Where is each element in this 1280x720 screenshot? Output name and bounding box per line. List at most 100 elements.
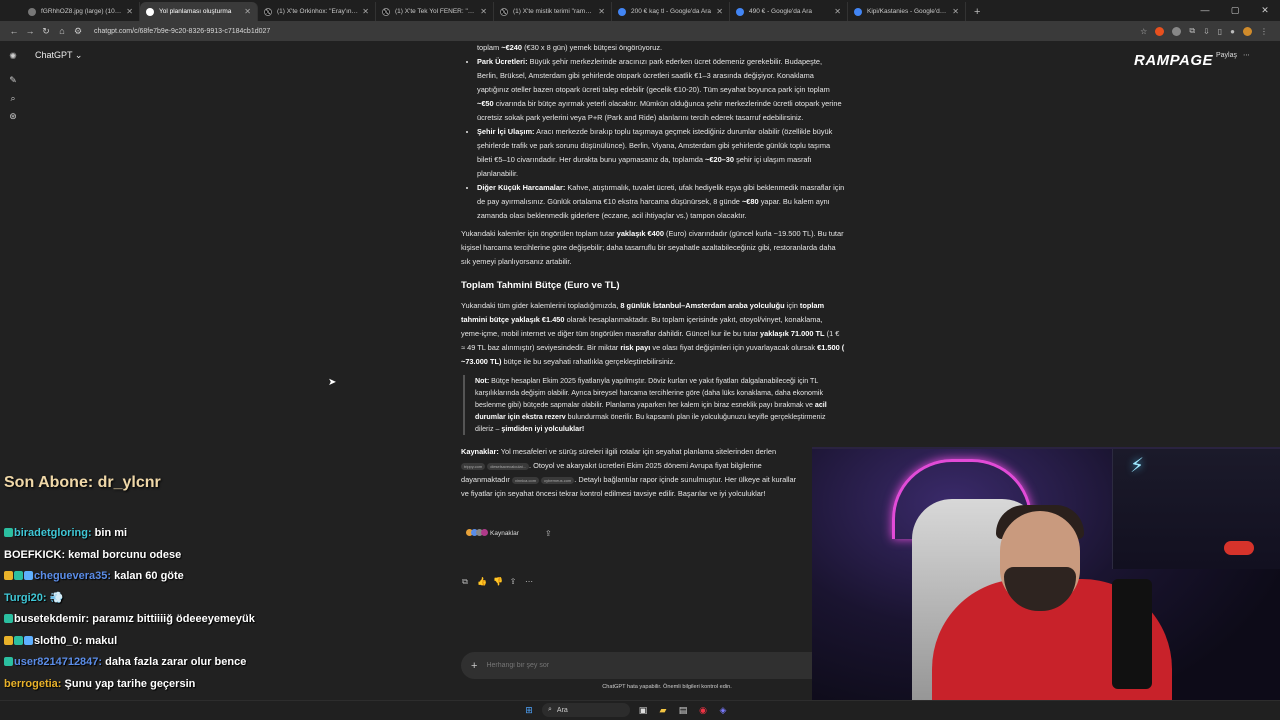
minimize-icon[interactable]: —: [1190, 0, 1220, 21]
chat-message: Turgi20: 💨: [4, 588, 334, 610]
search-icon: ⌕: [548, 706, 552, 713]
search-icon[interactable]: ⌕: [0, 89, 26, 107]
chat-message: BOEFKICK: kemal borcunu odese: [4, 545, 334, 567]
chat-message: biradetgloring: bin mi: [4, 523, 334, 545]
browser-tab[interactable]: 𝕏 (1) X'te Tek Yol FENER: "Cengiz✕: [376, 2, 494, 21]
maximize-icon[interactable]: ▢: [1220, 0, 1250, 21]
close-window-icon[interactable]: ✕: [1250, 0, 1280, 21]
share-icon[interactable]: ⇪: [545, 529, 552, 538]
browser-tab[interactable]: 𝕏 (1) X'te Orkinhox: "Eray'ın atıştığı✕: [258, 2, 376, 21]
bold-text: risk payı: [620, 343, 651, 352]
chat-badge-icon: [14, 635, 23, 645]
chevron-down-icon: ⌄: [74, 50, 83, 60]
browser-tab-strip: fGRhhOZ8.jpg (large) (1080×1350) ✕ Yol pl…: [0, 0, 1280, 21]
more-options-icon[interactable]: ⋯: [1243, 51, 1250, 59]
chrome-icon[interactable]: ◉: [696, 703, 710, 717]
plus-icon[interactable]: +: [471, 660, 477, 672]
microphone: [1112, 579, 1152, 689]
chat-text: makul: [82, 634, 118, 647]
new-chat-icon[interactable]: ✎: [0, 71, 26, 89]
google-favicon-icon: [618, 7, 626, 16]
extension-icon[interactable]: [1155, 26, 1165, 36]
source-chip[interactable]: dieselsavecalculat...: [487, 462, 530, 470]
extension-icon[interactable]: [1172, 26, 1182, 36]
browser-tab[interactable]: fGRhhOZ8.jpg (large) (1080×1350) ✕: [22, 2, 140, 21]
close-icon[interactable]: ✕: [126, 7, 133, 16]
discord-icon[interactable]: ◈: [716, 703, 730, 717]
text: için: [784, 301, 800, 310]
sources-button[interactable]: Kaynaklar: [466, 529, 519, 538]
close-icon[interactable]: ✕: [834, 7, 841, 16]
url-field[interactable]: chatgpt.com/c/68fe7b9e-9c20-8326-9913-c7…: [94, 28, 1140, 35]
extensions-puzzle-icon[interactable]: ⧉: [1189, 26, 1195, 36]
taskbar-search[interactable]: ⌕ Ara: [542, 703, 630, 717]
text: Yukarıdaki tüm gider kalemlerini topladı…: [461, 301, 621, 310]
task-view-icon[interactable]: ▣: [636, 703, 650, 717]
copy-icon[interactable]: ⧉: [461, 577, 469, 587]
paragraph: Kaynaklar: Yol mesafeleri ve sürüş sürel…: [461, 445, 797, 501]
sources-label: Kaynaklar: [490, 530, 519, 537]
source-chip[interactable]: cyberneus.com: [541, 476, 575, 484]
bookmark-star-icon[interactable]: ☆: [1140, 27, 1147, 36]
chat-badge-icon: [4, 657, 13, 666]
thumbs-up-icon[interactable]: 👍: [477, 577, 487, 587]
close-icon[interactable]: ✕: [362, 7, 369, 16]
close-icon[interactable]: ✕: [952, 7, 959, 16]
chat-text: daha fazla zarar olur bence: [102, 656, 247, 668]
close-icon[interactable]: ✕: [598, 7, 605, 16]
library-icon[interactable]: ⊛: [0, 107, 26, 125]
site-info-icon[interactable]: ⚙: [70, 26, 86, 37]
windows-start-icon[interactable]: ⊞: [522, 703, 536, 717]
more-icon[interactable]: ⋯: [525, 577, 533, 587]
screen: fGRhhOZ8.jpg (large) (1080×1350) ✕ Yol pl…: [0, 0, 1280, 720]
browser-tab[interactable]: 𝕏 (1) X'te mistik terimi "rammadır ✕: [494, 2, 612, 21]
paragraph: Yukarıdaki tüm gider kalemlerini topladı…: [461, 299, 845, 369]
section-heading: Toplam Tahmini Bütçe (Euro ve TL): [461, 280, 620, 291]
last-subscriber-banner: Son Abone: dr_ylcnr: [4, 474, 161, 491]
close-icon[interactable]: ✕: [716, 7, 723, 16]
forward-arrow-icon[interactable]: →: [22, 26, 38, 36]
profile-icon[interactable]: ●: [1230, 27, 1235, 36]
source-chip[interactable]: vinnica.com: [511, 476, 540, 484]
tab-label: fGRhhOZ8.jpg (large) (1080×1350): [41, 8, 122, 15]
chat-badge-icon: [14, 571, 23, 580]
chat-username: Turgi20:: [4, 591, 47, 604]
bold-text: Kaynaklar:: [461, 447, 499, 456]
bold-text: yaklaşık €400: [616, 229, 664, 238]
thumbs-down-icon[interactable]: 👎: [493, 577, 503, 587]
chat-text: bin mi: [91, 527, 128, 539]
chat-badge-icon: [24, 635, 33, 645]
avatar[interactable]: [1243, 26, 1252, 36]
text: civarında bir bütçe ayırmak yeterli olac…: [477, 99, 842, 122]
share-icon[interactable]: ⇪: [509, 577, 517, 587]
browser-tab[interactable]: 490 € - Google'da Ara ✕: [730, 2, 848, 21]
prompt-input[interactable]: [486, 662, 767, 669]
bold-text: ~€50: [477, 99, 494, 108]
home-icon[interactable]: ⌂: [54, 26, 70, 36]
browser-tab[interactable]: 200 € kaç tl - Google'da Ara ✕: [612, 2, 730, 21]
source-chip[interactable]: trippy.com: [461, 462, 486, 470]
openai-logo-icon[interactable]: ✺: [0, 47, 26, 65]
back-arrow-icon[interactable]: ←: [6, 26, 22, 36]
composer: +: [461, 652, 845, 679]
x-favicon-icon: 𝕏: [264, 7, 272, 16]
sources-row: Kaynaklar ⇪: [466, 529, 552, 538]
new-tab-button[interactable]: +: [966, 2, 988, 21]
model-selector[interactable]: ChatGPT ⌄: [35, 50, 82, 61]
share-button[interactable]: Paylaş: [1216, 52, 1237, 59]
google-favicon-icon: [854, 7, 862, 16]
reload-icon[interactable]: ↻: [38, 26, 54, 37]
note-blockquote: Not: Bütçe hesapları Ekim 2025 fiyatları…: [463, 375, 845, 435]
store-icon[interactable]: ▤: [676, 703, 690, 717]
menu-kebab-icon[interactable]: ⋮: [1260, 27, 1268, 36]
chat-badge-icon: [4, 571, 13, 580]
downloads-icon[interactable]: ⇩: [1203, 27, 1210, 36]
close-icon[interactable]: ✕: [480, 7, 487, 16]
stream-chat: biradetgloring: bin mi BOEFKICK: kemal bo…: [4, 513, 334, 717]
browser-tab-active[interactable]: Yol planlaması oluşturma ✕: [140, 2, 258, 21]
file-explorer-icon[interactable]: ▰: [656, 703, 670, 717]
sidebar-icon[interactable]: ▯: [1218, 27, 1222, 36]
browser-tab[interactable]: Kipi/Kastanies - Google'da Ara ✕: [848, 2, 966, 21]
close-icon[interactable]: ✕: [244, 7, 251, 16]
text: bütçe ile bu seyahati rahatlıkla gerçekl…: [501, 357, 676, 366]
